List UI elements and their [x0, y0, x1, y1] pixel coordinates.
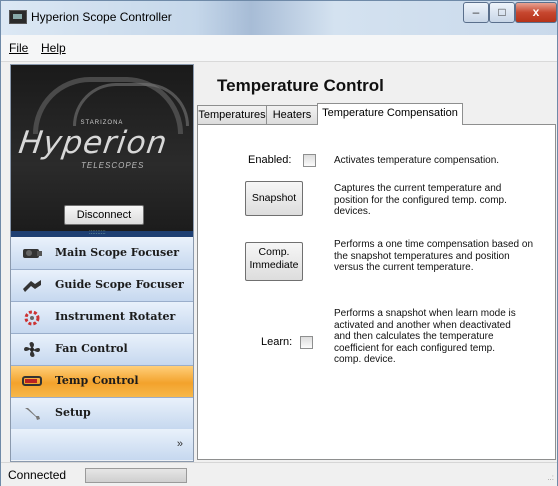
menu-help-label: Help [41, 41, 66, 55]
menu-help[interactable]: Help [41, 41, 66, 55]
navigation-panel: STARIZONA Hyperion TELESCOPES Disconnect… [10, 64, 194, 462]
nav-temp-control[interactable]: Temp Control [11, 366, 193, 398]
connection-status: Connected [8, 468, 67, 482]
comp-immediate-button[interactable]: Comp. Immediate [245, 242, 303, 281]
nav-label: Main Scope Focuser [55, 246, 180, 259]
wrench-icon [25, 408, 40, 420]
snapshot-button[interactable]: Snapshot [245, 181, 303, 216]
nav-label: Instrument Rotater [55, 310, 176, 323]
rotator-icon [24, 310, 40, 326]
enabled-label: Enabled: [248, 154, 292, 166]
resize-grip[interactable]: ..: [547, 473, 554, 482]
nav-main-scope-focuser[interactable]: Main Scope Focuser [11, 238, 193, 270]
logo-subtitle: TELESCOPES [81, 161, 145, 170]
learn-description: Performs a snapshot when learn mode is a… [334, 308, 516, 365]
fan-icon [24, 342, 40, 357]
tab-temperatures[interactable]: Temperatures [197, 105, 267, 124]
comp-immediate-description: Performs a one time compensation based o… [334, 239, 533, 273]
menu-file-label: File [9, 41, 29, 55]
title-bar[interactable]: Hyperion Scope Controller – □ x [1, 1, 557, 35]
menu-bar: File Help [1, 35, 557, 62]
tab-temperature-compensation[interactable]: Temperature Compensation [317, 103, 463, 125]
nav-fan-control[interactable]: Fan Control [11, 334, 193, 366]
close-button[interactable]: x [515, 2, 557, 23]
app-window: Hyperion Scope Controller – □ x File Hel… [0, 0, 558, 486]
tab-heaters[interactable]: Heaters [266, 105, 318, 124]
enabled-checkbox[interactable] [303, 154, 316, 167]
app-icon [9, 10, 27, 24]
nav-overflow-button[interactable]: » [11, 429, 193, 460]
grip-dots: :::::::::: [89, 230, 106, 236]
status-progress-bar [85, 468, 187, 483]
focuser-icon [23, 249, 42, 258]
comp-immediate-line2: Immediate [249, 259, 299, 271]
learn-label: Learn: [261, 336, 293, 348]
snapshot-description: Captures the current temperature and pos… [334, 183, 507, 217]
disconnect-button[interactable]: Disconnect [64, 205, 144, 225]
nav-label: Temp Control [55, 374, 139, 387]
nav-label: Setup [55, 406, 91, 419]
page-title: Temperature Control [217, 76, 384, 95]
nav-instrument-rotater[interactable]: Instrument Rotater [11, 302, 193, 334]
maximize-button[interactable]: □ [489, 2, 515, 23]
learn-checkbox[interactable] [300, 336, 313, 349]
nav-guide-scope-focuser[interactable]: Guide Scope Focuser [11, 270, 193, 302]
comp-immediate-line1: Comp. [258, 246, 290, 258]
guide-focuser-icon [23, 280, 41, 292]
chevron-down-icon: » [176, 438, 183, 450]
nav-label: Fan Control [55, 342, 128, 355]
nav-setup[interactable]: Setup [11, 398, 193, 430]
logo-name: Hyperion [16, 125, 170, 161]
menu-file[interactable]: File [9, 41, 28, 55]
main-panel: Temperature Control Temperatures Heaters… [195, 64, 557, 460]
temperature-compensation-page: Enabled: Activates temperature compensat… [197, 124, 556, 460]
enabled-description: Activates temperature compensation. [334, 155, 500, 166]
status-bar: Connected ..: [1, 462, 557, 486]
thermometer-icon [22, 376, 42, 386]
splitter-grip[interactable]: :::::::::: [11, 230, 193, 237]
hyperion-logo: STARIZONA Hyperion TELESCOPES Disconnect [11, 65, 193, 231]
window-title: Hyperion Scope Controller [31, 10, 172, 24]
nav-label: Guide Scope Focuser [55, 278, 184, 291]
minimize-button[interactable]: – [463, 2, 489, 23]
